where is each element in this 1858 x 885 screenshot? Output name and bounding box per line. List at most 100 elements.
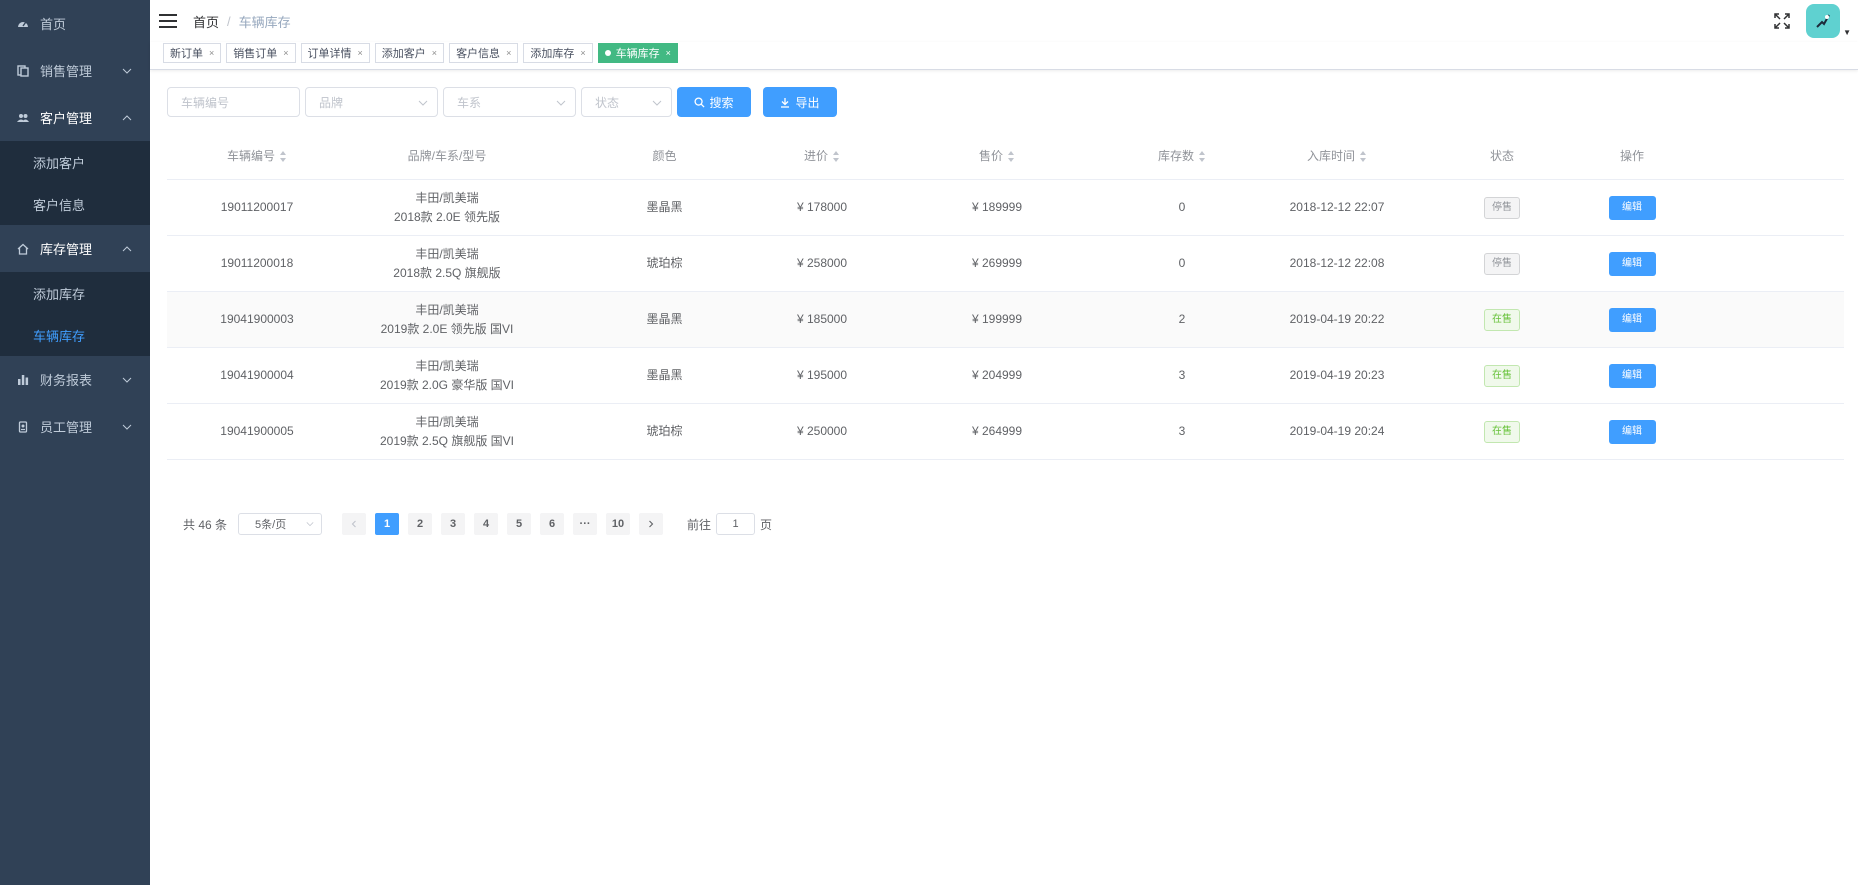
- table-row: 19041900005 丰田/凯美瑞 2019款 2.5Q 旗舰版 国VI 琥珀棕…: [167, 404, 1844, 460]
- sort-icon[interactable]: [1008, 151, 1015, 162]
- close-icon[interactable]: ×: [666, 48, 671, 58]
- page-button[interactable]: 3: [441, 513, 466, 535]
- prev-page-button[interactable]: [342, 513, 367, 535]
- cell-vehicle-no: 19011200018: [220, 256, 294, 270]
- page-button[interactable]: 1: [375, 513, 400, 535]
- chevron-down-icon: [652, 100, 662, 106]
- menu-finance[interactable]: 财务报表: [0, 356, 150, 403]
- dashboard-icon: [16, 17, 30, 31]
- brand-select[interactable]: 品牌: [305, 87, 438, 117]
- col-sell-price[interactable]: 售价: [862, 147, 1132, 166]
- edit-button[interactable]: 编辑: [1608, 363, 1656, 388]
- sidebar-item-add-stock[interactable]: 添加库存: [0, 272, 150, 314]
- fullscreen-icon[interactable]: [1774, 13, 1790, 29]
- chevron-down-icon: [306, 522, 314, 527]
- status-select[interactable]: 状态: [581, 87, 672, 117]
- col-buy-price[interactable]: 进价: [782, 147, 862, 166]
- download-icon: [781, 97, 790, 108]
- sort-icon[interactable]: [280, 151, 287, 162]
- close-icon[interactable]: ×: [506, 48, 511, 58]
- sidebar: 首页 销售管理 客户管理 添加客户 客户信息 库存管理 添加库存 车辆库存 财务…: [0, 0, 150, 885]
- search-label: 搜索: [709, 95, 734, 110]
- breadcrumb-home[interactable]: 首页: [193, 12, 219, 31]
- cell-status: 停售: [1442, 252, 1562, 275]
- edit-button[interactable]: 编辑: [1608, 307, 1656, 332]
- search-button[interactable]: 搜索: [677, 87, 751, 117]
- col-stock[interactable]: 库存数: [1132, 147, 1232, 166]
- tag-label: 订单详情: [307, 48, 352, 60]
- tag-vehicle-stock[interactable]: 车辆库存 ×: [597, 43, 678, 63]
- caret-down-icon[interactable]: ▼: [1843, 28, 1851, 37]
- close-icon[interactable]: ×: [580, 48, 585, 58]
- cell-status: 在售: [1442, 308, 1562, 331]
- close-icon[interactable]: ×: [209, 48, 214, 58]
- cell-model: 丰田/凯美瑞 2019款 2.0G 豪华版 国VI: [347, 357, 547, 395]
- page-button[interactable]: 5: [507, 513, 532, 535]
- hamburger-icon[interactable]: [159, 14, 177, 28]
- menu-staff[interactable]: 员工管理: [0, 403, 150, 450]
- header-label: 入库时间: [1306, 149, 1355, 163]
- tag-customer-info[interactable]: 客户信息 ×: [449, 43, 519, 63]
- next-page-button[interactable]: [639, 513, 664, 535]
- page-button[interactable]: 4: [474, 513, 499, 535]
- tag-add-stock[interactable]: 添加库存 ×: [523, 43, 593, 63]
- more-pages-button[interactable]: ···: [573, 513, 598, 535]
- brand-placeholder: 品牌: [319, 95, 344, 110]
- series-select[interactable]: 车系: [443, 87, 576, 117]
- series-placeholder: 车系: [457, 95, 482, 110]
- vehicle-no-input[interactable]: 车辆编号: [167, 87, 300, 117]
- tag-add-customer[interactable]: 添加客户 ×: [374, 43, 445, 63]
- sidebar-item-add-customer[interactable]: 添加客户: [0, 141, 150, 183]
- model-line: 丰田/凯美瑞: [415, 246, 479, 261]
- avatar-image-icon: [1816, 14, 1830, 28]
- sidebar-item-vehicle-stock[interactable]: 车辆库存: [0, 314, 150, 356]
- close-icon[interactable]: ×: [358, 48, 363, 58]
- cell-stock: 3: [1178, 424, 1186, 438]
- chevron-right-icon: [649, 520, 654, 528]
- menu-home-label: 首页: [40, 17, 67, 32]
- edit-button[interactable]: 编辑: [1608, 195, 1656, 220]
- cell-sell-price: ¥ 264999: [971, 424, 1023, 438]
- export-button[interactable]: 导出: [763, 87, 837, 117]
- menu-home[interactable]: 首页: [0, 0, 150, 47]
- menu-customer[interactable]: 客户管理: [0, 94, 150, 141]
- tag-label: 客户信息: [456, 48, 501, 60]
- menu-stock[interactable]: 库存管理: [0, 225, 150, 272]
- tag-label: 车辆库存: [615, 48, 660, 60]
- header-label: 进价: [803, 149, 828, 163]
- table-row: 19011200017 丰田/凯美瑞 2018款 2.0E 领先版 墨晶黑 ¥ 1…: [167, 180, 1844, 236]
- header-label: 品牌/车系/型号: [407, 149, 487, 163]
- close-icon[interactable]: ×: [283, 48, 288, 58]
- customer-submenu: 添加客户 客户信息: [0, 141, 150, 225]
- col-in-time[interactable]: 入库时间: [1232, 147, 1442, 166]
- sidebar-item-customer-info[interactable]: 客户信息: [0, 183, 150, 225]
- breadcrumb-separator: /: [227, 13, 231, 29]
- col-vehicle-no[interactable]: 车辆编号: [167, 147, 347, 166]
- edit-button[interactable]: 编辑: [1608, 419, 1656, 444]
- cell-status: 停售: [1442, 196, 1562, 219]
- cell-action: 编辑: [1562, 419, 1702, 444]
- document-icon: [16, 64, 30, 78]
- menu-sales[interactable]: 销售管理: [0, 47, 150, 94]
- goto-page-input[interactable]: 1: [716, 513, 756, 535]
- model-line: 丰田/凯美瑞: [415, 302, 479, 317]
- page-button[interactable]: 6: [540, 513, 565, 535]
- tag-order-detail[interactable]: 订单详情 ×: [300, 43, 370, 63]
- avatar[interactable]: [1806, 4, 1840, 38]
- model-line: 丰田/凯美瑞: [415, 358, 479, 373]
- tag-sales-order[interactable]: 销售订单 ×: [226, 43, 296, 63]
- sort-icon[interactable]: [1199, 151, 1206, 162]
- sort-icon[interactable]: [1360, 151, 1367, 162]
- tags-view: 新订单 × 销售订单 × 订单详情 × 添加客户 × 客户信息 × 添加库存 × 车辆库存 ×: [150, 42, 1858, 70]
- tag-new-order[interactable]: 新订单 ×: [163, 43, 222, 63]
- chevron-down-icon: [122, 424, 132, 430]
- close-icon[interactable]: ×: [432, 48, 437, 58]
- edit-button[interactable]: 编辑: [1608, 251, 1656, 276]
- cell-color: 墨晶黑: [646, 312, 683, 326]
- page-size-select[interactable]: 5条/页: [238, 513, 323, 535]
- page-button[interactable]: 2: [408, 513, 433, 535]
- sort-icon[interactable]: [833, 151, 840, 162]
- page-button[interactable]: 10: [606, 513, 631, 535]
- status-badge: 在售: [1484, 308, 1520, 331]
- col-status: 状态: [1442, 147, 1562, 166]
